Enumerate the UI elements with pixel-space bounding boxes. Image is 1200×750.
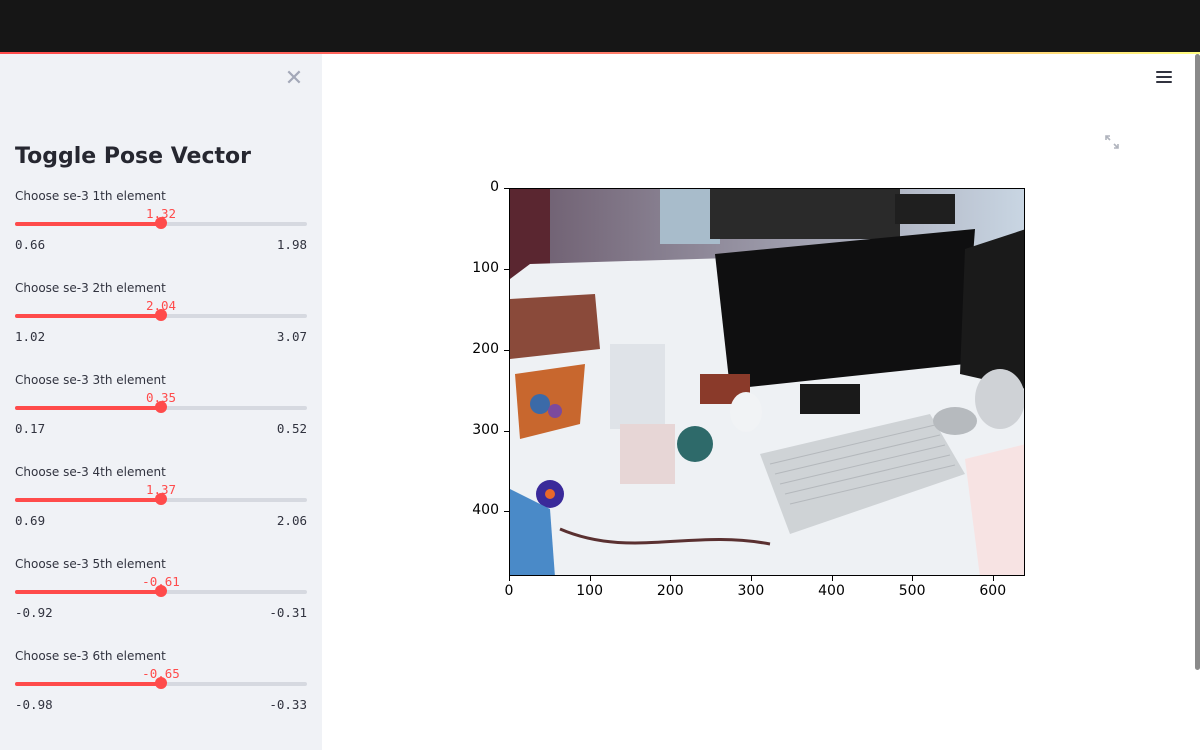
slider-fill [15,406,161,410]
main-content: 0 100 200 300 400 500 600 0 100 200 300 400 [322,54,1200,750]
x-tick-mark [509,576,510,581]
app-header [0,0,1200,52]
slider-min: -0.98 [15,697,53,712]
sidebar: ✕ Toggle Pose Vector Choose se-3 1th ele… [0,54,322,750]
y-tick-label: 0 [490,179,499,195]
slider-max: 1.98 [276,237,307,252]
x-tick-mark [589,576,591,581]
hamburger-menu-icon-bar[interactable] [1156,76,1172,78]
y-tick-mark [504,268,509,270]
x-tick-mark [670,576,672,581]
x-tick-mark [992,576,994,581]
hamburger-menu-icon-bar[interactable] [1156,81,1172,83]
hamburger-menu-icon-bar[interactable] [1156,71,1172,73]
y-tick-label: 100 [472,259,499,276]
se3-slider-2[interactable]: Choose se-3 2th element 2.04 1.02 3.07 [15,281,307,367]
slider-thumb[interactable] [155,585,167,597]
slider-max: 0.52 [276,421,307,436]
slider-min: 0.66 [15,237,46,252]
x-tick-label: 600 [979,583,1007,599]
slider-label: Choose se-3 5th element [15,557,166,571]
camera-image [509,188,1025,576]
slider-fill [15,498,161,502]
scrollbar[interactable] [1195,54,1200,670]
x-tick-mark [750,576,752,581]
y-tick-mark [504,430,509,432]
sidebar-title: Toggle Pose Vector [15,144,251,169]
main-menu-button[interactable] [1156,68,1174,90]
slider-thumb[interactable] [155,309,167,321]
slider-min: -0.92 [15,605,53,620]
close-sidebar-button[interactable]: ✕ [283,68,305,90]
slider-fill [15,682,161,686]
se3-slider-5[interactable]: Choose se-3 5th element -0.61 -0.92 -0.31 [15,557,307,643]
slider-label: Choose se-3 3th element [15,373,166,387]
slider-fill [15,222,161,226]
x-tick-label: 200 [656,583,684,599]
slider-thumb[interactable] [155,677,167,689]
x-tick-mark [831,576,833,581]
slider-fill [15,590,161,594]
se3-slider-6[interactable]: Choose se-3 6th element -0.65 -0.98 -0.33 [15,649,307,735]
slider-max: -0.33 [269,697,307,712]
x-tick-mark [912,576,914,581]
x-tick-label: 100 [576,583,603,599]
slider-thumb[interactable] [155,493,167,505]
y-tick-mark [504,188,509,189]
slider-fill [15,314,161,318]
slider-label: Choose se-3 1th element [15,189,166,203]
slider-label: Choose se-3 6th element [15,649,166,663]
slider-thumb[interactable] [155,217,167,229]
x-tick-label: 0 [504,583,514,599]
slider-label: Choose se-3 2th element [15,281,166,295]
y-tick-label: 200 [472,340,499,357]
slider-thumb[interactable] [155,401,167,413]
fullscreen-expand-icon[interactable] [1104,134,1120,150]
fullscreen-expand-button[interactable] [1104,134,1120,150]
x-tick-label: 500 [898,583,926,599]
slider-min: 0.17 [15,421,46,436]
se3-slider-1[interactable]: Choose se-3 1th element 1.32 0.66 1.98 [15,189,307,275]
camera-image-graphic [510,189,1024,575]
slider-max: -0.31 [269,605,307,620]
se3-slider-3[interactable]: Choose se-3 3th element 0.35 0.17 0.52 [15,373,307,459]
slider-min: 1.02 [15,329,46,344]
x-tick-label: 400 [818,583,845,599]
slider-max: 3.07 [276,329,307,344]
y-tick-label: 300 [472,421,499,438]
se3-slider-4[interactable]: Choose se-3 4th element 1.37 0.69 2.06 [15,465,307,551]
slider-min: 0.69 [15,513,46,528]
close-icon[interactable]: ✕ [285,66,303,91]
y-tick-mark [504,349,509,351]
y-tick-mark [504,511,509,513]
y-tick-label: 400 [472,502,499,519]
slider-max: 2.06 [276,513,307,528]
x-tick-label: 300 [737,583,765,599]
slider-label: Choose se-3 4th element [15,465,166,479]
